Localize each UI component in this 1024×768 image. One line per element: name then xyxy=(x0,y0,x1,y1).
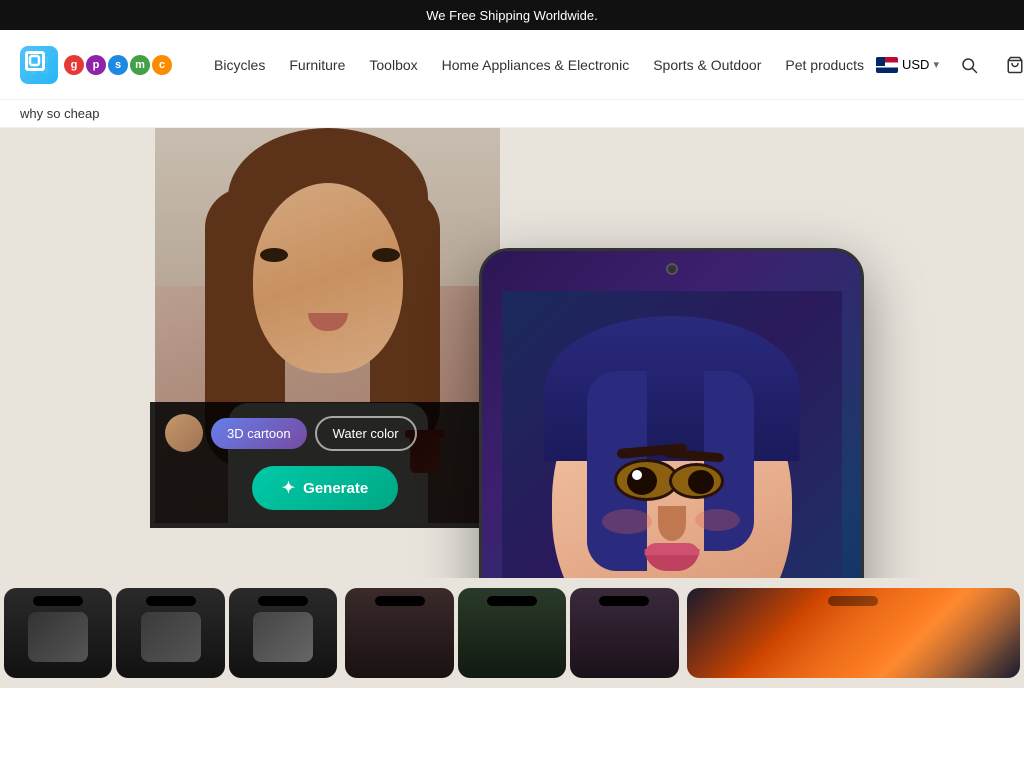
nav-sports[interactable]: Sports & Outdoor xyxy=(641,49,773,81)
style-options: 3D cartoon Water color xyxy=(165,414,485,452)
banner-text: We Free Shipping Worldwide. xyxy=(426,8,598,23)
phone-card-6 xyxy=(570,588,678,678)
phone-screen xyxy=(482,251,861,578)
phone-card-3 xyxy=(229,588,337,678)
phone-card-5 xyxy=(458,588,566,678)
nav-appliances[interactable]: Home Appliances & Electronic xyxy=(430,49,642,81)
phones-showcase xyxy=(0,578,1024,688)
generate-icon: ✦ xyxy=(282,478,295,498)
secondary-nav: why so cheap xyxy=(0,100,1024,128)
flag-icon xyxy=(876,57,898,73)
main-nav: Bicycles Furniture Toolbox Home Applianc… xyxy=(202,49,876,81)
cart-button[interactable] xyxy=(999,49,1024,81)
phone-device xyxy=(479,248,864,578)
currency-chevron-icon: ▾ xyxy=(933,58,939,71)
logo[interactable]: g p s m c xyxy=(20,46,172,84)
logo-text: g p s m c xyxy=(64,55,172,75)
phone-card-2 xyxy=(116,588,224,678)
site-header: g p s m c Bicycles Furniture Toolbox Hom… xyxy=(0,30,1024,100)
style-3d-cartoon-button[interactable]: 3D cartoon xyxy=(211,418,307,449)
style-selector-panel: 3D cartoon Water color ✦ Generate xyxy=(150,402,500,528)
header-actions: USD ▾ xyxy=(876,49,1024,81)
currency-label: USD xyxy=(902,57,929,72)
nav-furniture[interactable]: Furniture xyxy=(277,49,357,81)
generate-button[interactable]: ✦ Generate xyxy=(252,466,398,510)
generate-label: Generate xyxy=(303,480,368,497)
phone-card-4 xyxy=(345,588,453,678)
currency-selector[interactable]: USD ▾ xyxy=(876,57,939,73)
hero-section: 3D cartoon Water color ✦ Generate xyxy=(0,128,1024,578)
phone-card-colored xyxy=(687,588,1020,678)
hero-content: 3D cartoon Water color ✦ Generate xyxy=(0,128,1024,578)
phone-camera xyxy=(666,263,678,275)
nav-bicycles[interactable]: Bicycles xyxy=(202,49,277,81)
style-thumbnail xyxy=(165,414,203,452)
announcement-banner: We Free Shipping Worldwide. xyxy=(0,0,1024,30)
why-so-cheap-link[interactable]: why so cheap xyxy=(20,106,100,121)
search-button[interactable] xyxy=(953,49,985,81)
nav-toolbox[interactable]: Toolbox xyxy=(357,49,429,81)
style-water-color-button[interactable]: Water color xyxy=(315,416,417,451)
phone-card-1 xyxy=(4,588,112,678)
nav-pet[interactable]: Pet products xyxy=(773,49,876,81)
logo-icon xyxy=(20,46,58,84)
